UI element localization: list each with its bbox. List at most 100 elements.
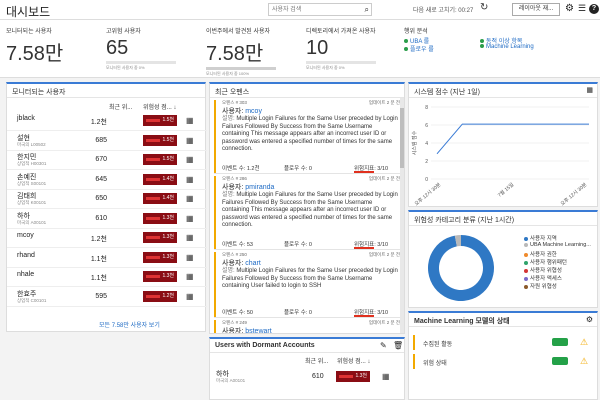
stat-bar [206, 67, 276, 70]
table-row[interactable]: 하하 마국의 A00101 610 1.3천 ▦ [7, 210, 207, 229]
legend-swatch [524, 242, 528, 247]
scrollbar[interactable] [400, 98, 404, 333]
risk-badge[interactable]: 1.3천 [143, 271, 177, 282]
legend-item[interactable]: 사용자 지역 [524, 234, 557, 242]
event-count: 이벤트 수: 53 [222, 242, 253, 248]
stat-label: 이번주에서 발견된 사용자 [206, 29, 271, 35]
risk-badge[interactable]: 1.5천 [143, 115, 177, 126]
user-sub: 마국의 A00101 [216, 378, 246, 383]
flow-count: 플로우 수: 0 [284, 310, 312, 316]
user-name[interactable]: jblack [17, 115, 35, 122]
col-header-risk[interactable]: 위험성 점... ↓ [337, 356, 370, 365]
recent-count: 685 [95, 136, 107, 144]
offense-item[interactable]: 오펜스 # 286 업데이트 2 분 전 사용자: pmiranda 설명: Mult… [214, 176, 404, 250]
table-row[interactable]: 손예진 상업적 S00101 645 1.4천 ▦ [7, 171, 207, 190]
calendar-icon[interactable]: ▦ [186, 214, 194, 223]
table-row[interactable]: 한지민 상업적 H00301 670 1.5천 ▦ [7, 151, 207, 170]
col-header-recent[interactable]: 최근 위... [305, 356, 328, 365]
risk-badge[interactable]: 1.3천 [143, 251, 177, 263]
user-name[interactable]: mcoy [17, 232, 34, 239]
ml-row[interactable]: 수집된 활동 ⚠ [413, 335, 595, 350]
offense-item[interactable]: 오펜스 # 249 업데이트 2 분 전 사용자: bstewart [214, 320, 404, 333]
table-row[interactable]: 설현 마국의 L00502 685 1.5천 ▦ [7, 132, 207, 151]
risk-badge[interactable]: 1.4천 [143, 173, 177, 185]
calendar-icon[interactable]: ▦ [186, 194, 194, 203]
table-row[interactable]: mcoy 1.2천 1.3천 ▦ [7, 229, 207, 248]
legend-item[interactable]: 자원 위협성 [524, 282, 557, 290]
offense-item[interactable]: 오펜스 # 303 업데이트 2 분 전 사용자: mcoy 설명: Multiple… [214, 100, 404, 174]
offense-item[interactable]: 오펜스 # 250 업데이트 2 분 전 사용자: chart 설명: Multipl… [214, 252, 404, 318]
scrollbar-thumb[interactable] [400, 108, 404, 168]
col-header-risk[interactable]: 위험성 점... ↓ [143, 102, 176, 111]
risk-badge[interactable]: 1.3천 [336, 371, 370, 382]
grid-menu-icon[interactable]: ▦ [586, 86, 593, 94]
calendar-icon[interactable]: ▦ [186, 155, 194, 164]
ml-row[interactable]: 위험 상태 ⚠ [413, 354, 595, 369]
offense-description: 설명: Multiple Login Failures for the Same… [222, 192, 398, 229]
warning-icon[interactable]: ⚠ [580, 356, 588, 367]
help-icon[interactable]: ? [589, 4, 599, 14]
table-row[interactable]: jblack 1.2천 1.5천 ▦ [7, 112, 207, 131]
calendar-icon[interactable]: ▦ [186, 233, 194, 242]
trash-icon[interactable]: 🗑 [393, 341, 403, 350]
machine-learning-link[interactable]: Machine Learning [480, 44, 534, 50]
offense-user-link[interactable]: mcoy [245, 108, 262, 115]
calendar-icon[interactable]: ▦ [186, 116, 194, 125]
calendar-icon[interactable]: ▦ [382, 372, 390, 381]
pencil-icon[interactable]: ✎ [380, 341, 387, 350]
legend-label: UBA Machine Learning... [530, 242, 591, 248]
status-dot-icon [404, 47, 408, 52]
user-name[interactable]: rhand [17, 252, 35, 259]
refresh-icon[interactable]: ↻ [480, 2, 488, 13]
view-all-users-link[interactable]: 모든 7.58만 사용자 보기 [99, 320, 160, 329]
stat-sub: 모니터된 사용자 중 0% [306, 65, 345, 70]
calendar-icon[interactable]: ▦ [186, 272, 194, 281]
legend-item[interactable]: 사용자 행위패턴 [524, 258, 567, 266]
calendar-icon[interactable]: ▦ [186, 175, 194, 184]
legend-item[interactable]: 사용자 권한 [524, 250, 557, 258]
stat-imported-users[interactable]: 디렉토리에서 가져온 사용자 10 모니터된 사용자 중 0% [306, 26, 376, 71]
offense-updated: 업데이트 2 분 전 [368, 176, 400, 181]
risk-bar [146, 177, 160, 181]
offense-updated: 업데이트 2 분 전 [368, 100, 400, 105]
calendar-icon[interactable]: ▦ [186, 253, 194, 262]
search-icon[interactable]: ⌕ [365, 5, 369, 15]
stat-high-risk-users[interactable]: 고위험 사용자 65 모니터된 사용자 중 0% [106, 26, 176, 71]
sliders-icon[interactable]: ☰ [578, 3, 586, 14]
legend-item[interactable]: UBA Machine Learning... [524, 242, 591, 248]
legend-item[interactable]: 사용자 액세스 [524, 274, 562, 282]
search-box[interactable]: ⌕ [268, 3, 372, 16]
table-row[interactable]: 한효주 상업적 C00101 595 1.2천 ▦ [7, 288, 207, 307]
risk-badge[interactable]: 1.5천 [143, 154, 177, 165]
refresh-countdown: 다음 새로 고치기: 00:27 [413, 8, 474, 14]
table-row[interactable]: 김태희 상업적 K00101 650 1.4천 ▦ [7, 190, 207, 209]
risk-badge[interactable]: 1.2천 [143, 290, 177, 302]
gear-icon[interactable]: ⚙ [586, 315, 593, 324]
offense-user-link[interactable]: chart [245, 260, 261, 267]
offense-user-link[interactable]: pmiranda [245, 184, 274, 191]
col-header-recent[interactable]: 최근 위... [109, 102, 132, 111]
stat-monitored-users[interactable]: 모니터되는 사용자 7.58만 [6, 26, 63, 66]
legend-item[interactable]: 사용자 위협성 [524, 266, 562, 274]
user-sub: 마국의 A00101 [17, 219, 47, 225]
calendar-icon[interactable]: ▦ [186, 136, 194, 145]
flow-rules-link[interactable]: 플로우 룰 [404, 44, 434, 53]
dormant-accounts-panel: Users with Dormant Accounts ✎ 🗑 최근 위... … [209, 337, 405, 400]
risk-badge[interactable]: 1.3천 [143, 212, 177, 224]
stat-discovered-users[interactable]: 이번주에서 발견된 사용자 7.58만 모니터된 사용자 중 100% [206, 26, 276, 77]
table-row[interactable]: 하하 마국의 A00101 610 1.3천 ▦ [210, 368, 400, 387]
reset-layout-button[interactable]: 레이아웃 재... [512, 3, 560, 16]
event-count: 이벤트 수: 50 [222, 310, 253, 316]
search-input[interactable] [269, 4, 357, 15]
user-name[interactable]: nhale [17, 271, 34, 278]
risk-badge[interactable]: 1.3천 [143, 232, 177, 243]
calendar-icon[interactable]: ▦ [186, 292, 194, 301]
gear-icon[interactable]: ⚙ [565, 3, 574, 14]
offense-user-link[interactable]: bstewart [245, 328, 271, 333]
warning-icon[interactable]: ⚠ [580, 337, 588, 348]
offense-stripe [214, 320, 216, 333]
table-row[interactable]: rhand 1.1천 1.3천 ▦ [7, 249, 207, 268]
risk-badge[interactable]: 1.4천 [143, 193, 177, 204]
risk-badge[interactable]: 1.5천 [143, 134, 177, 146]
table-row[interactable]: nhale 1.1천 1.3천 ▦ [7, 268, 207, 287]
